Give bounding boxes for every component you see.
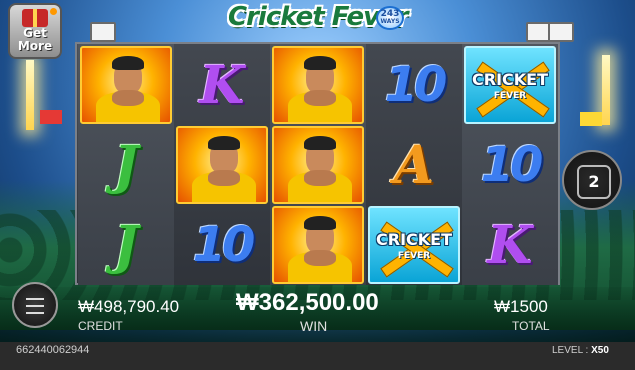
- player-hands-shape: [208, 170, 240, 186]
- credit-value: ₩498,790.40: [78, 297, 180, 316]
- reel-4: 10 A CRICKET FEVER: [366, 44, 462, 285]
- hamburger-icon: [26, 298, 44, 300]
- hamburger-icon: [26, 305, 44, 307]
- stadium-light-icon: [90, 22, 116, 42]
- symbol-k-cell: K: [464, 206, 556, 284]
- credit-label: CREDIT: [78, 319, 123, 333]
- symbol-ten-cell: 10: [368, 46, 460, 124]
- floodlight-tower-icon: [26, 60, 34, 130]
- reel-3: [270, 44, 366, 285]
- total-bet-value[interactable]: ₩1500: [494, 297, 548, 317]
- menu-button[interactable]: [12, 282, 58, 328]
- flag-icon: [40, 110, 62, 124]
- symbol-j-text: J: [113, 134, 139, 196]
- symbol-player-icon: [80, 46, 172, 124]
- stadium-light-icon: [548, 22, 574, 42]
- level-value: X50: [591, 345, 609, 356]
- symbol-player-icon: [272, 206, 364, 284]
- reel-1: JJ: [78, 44, 174, 285]
- symbol-ten-text: 10: [480, 137, 544, 193]
- player-hair-shape: [112, 56, 144, 70]
- total-bet-label: TOTAL: [512, 319, 550, 333]
- get-more-line1: Get: [23, 26, 47, 40]
- symbol-player-icon: [176, 126, 268, 204]
- get-more-label: Get More: [10, 27, 60, 53]
- player-hair-shape: [304, 56, 336, 70]
- player-hands-shape: [304, 250, 336, 266]
- gift-icon: [22, 9, 48, 27]
- reel-grid: J J K 10 10 A CRICKET FEVER CRICKET FEVER 10 K: [75, 42, 560, 285]
- player-hair-shape: [304, 216, 336, 230]
- wild-subtext: FEVER: [397, 251, 431, 261]
- ways-label: WAYS: [380, 18, 400, 25]
- wild-subtext: FEVER: [493, 91, 527, 101]
- reel-2: K 10: [174, 44, 270, 285]
- free-spin-counter: 2: [562, 150, 622, 210]
- level-label: LEVEL :: [552, 345, 589, 356]
- hamburger-icon: [26, 312, 44, 314]
- player-hair-shape: [208, 136, 240, 150]
- symbol-ten-cell: 10: [176, 206, 268, 284]
- ways-badge: 243 WAYS: [376, 6, 404, 30]
- level-indicator: LEVEL : X50: [552, 345, 609, 356]
- notification-dot: [50, 8, 57, 15]
- symbol-wild-icon: CRICKET FEVER: [464, 46, 556, 124]
- symbol-j-text: J: [113, 214, 139, 276]
- player-hands-shape: [304, 170, 336, 186]
- win-value: ₩362,500.00: [236, 289, 379, 316]
- player-hair-shape: [304, 136, 336, 150]
- symbol-k-text: K: [199, 54, 245, 116]
- wild-text: CRICKET: [472, 70, 548, 89]
- symbol-j-cell: J: [80, 126, 172, 204]
- symbol-ten-cell: 10: [464, 126, 556, 204]
- symbol-a-text: A: [393, 134, 435, 196]
- flag-icon: [580, 112, 602, 126]
- symbol-j-cell: J: [80, 206, 172, 284]
- game-stage: Cricket Fever 243 WAYS Get More J J K 10 10 A…: [0, 0, 635, 370]
- player-hands-shape: [112, 90, 144, 106]
- win-label: WIN: [300, 318, 328, 334]
- symbol-ten-text: 10: [384, 57, 448, 113]
- symbol-player-icon: [272, 126, 364, 204]
- get-more-line2: More: [17, 39, 53, 53]
- symbol-ten-text: 10: [192, 217, 256, 273]
- symbol-k-text: K: [487, 214, 533, 276]
- get-more-button[interactable]: Get More: [8, 3, 62, 59]
- floodlight-tower-icon: [602, 55, 610, 125]
- footer-bar: [0, 342, 635, 370]
- symbol-player-icon: [272, 46, 364, 124]
- round-id: 662440062944: [16, 344, 90, 356]
- free-spin-count: 2: [577, 165, 611, 199]
- symbol-a-cell: A: [368, 126, 460, 204]
- reel-5: CRICKET FEVER 10 K: [462, 44, 558, 285]
- symbol-k-cell: K: [176, 46, 268, 124]
- player-hands-shape: [304, 90, 336, 106]
- symbol-wild-icon: CRICKET FEVER: [368, 206, 460, 284]
- wild-text: CRICKET: [376, 230, 452, 249]
- game-logo: Cricket Fever 243 WAYS: [228, 2, 408, 36]
